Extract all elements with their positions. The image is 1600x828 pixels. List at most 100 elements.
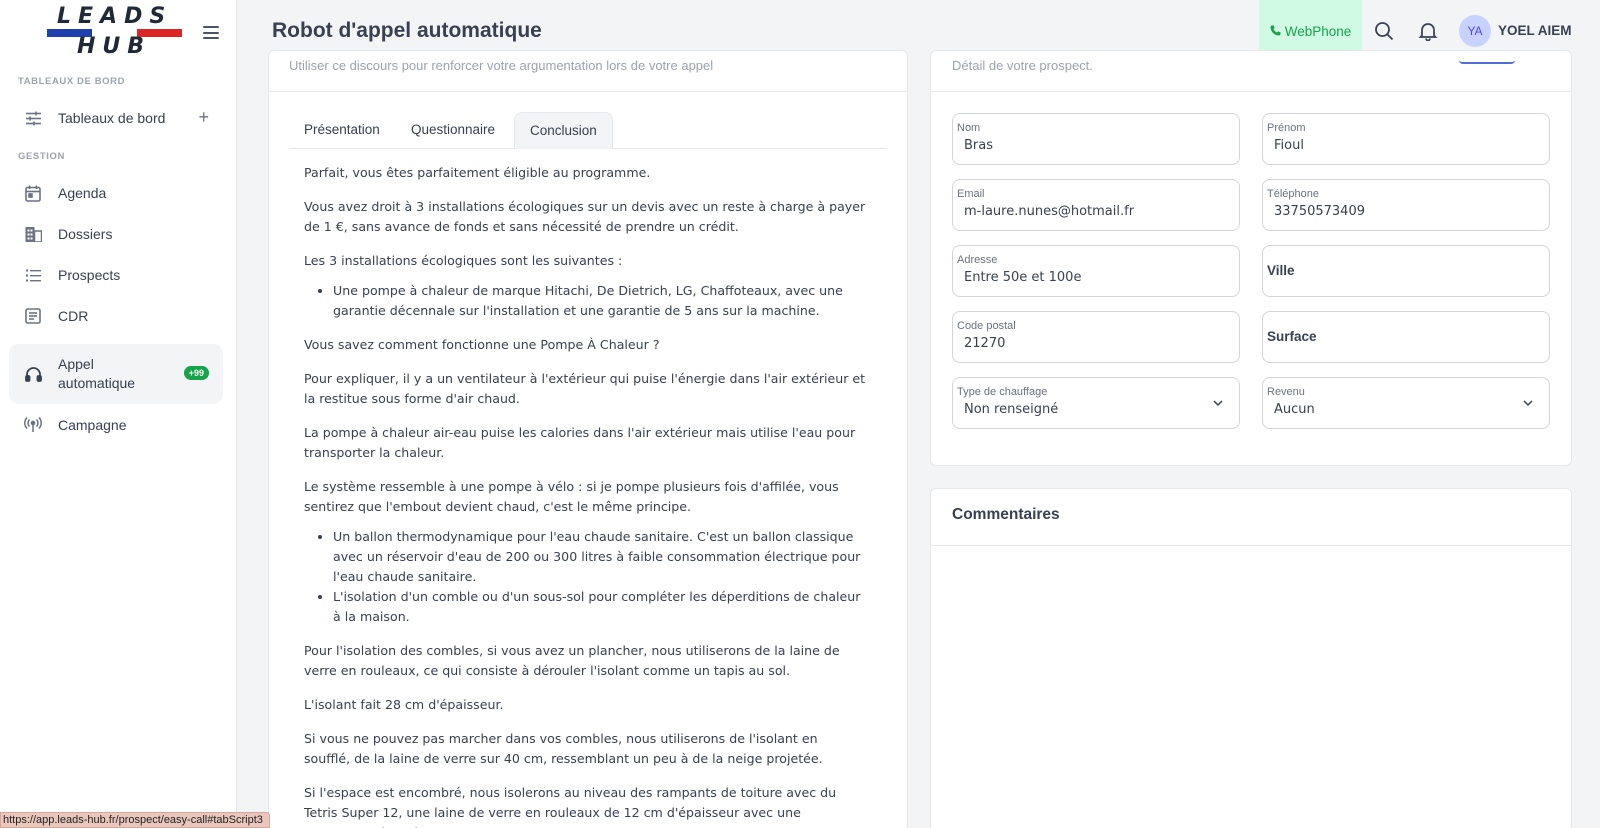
webphone-label: WebPhone	[1284, 24, 1352, 39]
prospect-subheading: Détail de votre prospect.	[952, 58, 1093, 73]
script-paragraph: Si l'espace est encombré, nous isolerons…	[304, 785, 837, 828]
field-label: Revenu	[1267, 386, 1305, 398]
nom-field[interactable]: Nom Bras	[952, 113, 1240, 165]
building-icon	[24, 225, 42, 243]
field-label: Nom	[957, 122, 981, 134]
adresse-field[interactable]: Adresse Entre 50e et 100e	[952, 245, 1240, 297]
script-paragraph: Le système ressemble à une pompe à vélo …	[304, 479, 839, 514]
sidebar-item-prospects[interactable]: Prospects	[9, 255, 223, 295]
leads-hub-logo[interactable]: LEADS HUB	[47, 4, 184, 62]
sidebar-item-label: Tableaux de bord	[58, 109, 166, 126]
sidebar-item-label: Agenda	[58, 184, 107, 201]
search-icon[interactable]	[1374, 21, 1394, 41]
user-name[interactable]: YOEL AIEM	[1498, 23, 1572, 38]
prospect-card: Détail de votre prospect. Nom Bras Préno…	[930, 50, 1572, 466]
sidebar-item-label: Campagne	[58, 416, 127, 433]
sliders-icon	[24, 109, 42, 127]
page-title: Robot d'appel automatique	[272, 19, 542, 42]
logo-row: LEADS HUB	[0, 0, 237, 64]
logo-text-top: LEADS	[57, 4, 173, 29]
script-paragraph: Pour l'isolation des combles, si vous av…	[304, 643, 840, 678]
field-value: Non renseigné	[964, 402, 1059, 417]
script-paragraph: La pompe à chaleur air-eau puise les cal…	[304, 425, 856, 460]
field-value: Fioul	[1274, 138, 1304, 153]
email-field[interactable]: Email m-laure.nunes@hotmail.fr	[952, 179, 1240, 231]
document-icon	[24, 307, 42, 325]
sidebar-item-label: Appel automatique	[58, 356, 136, 391]
telephone-field[interactable]: Téléphone 33750573409	[1262, 179, 1550, 231]
card-divider	[931, 91, 1571, 92]
list-icon	[24, 266, 42, 284]
tab-questionnaire[interactable]: Questionnaire	[396, 112, 510, 149]
field-value: 21270	[964, 336, 1006, 351]
field-label: Adresse	[957, 254, 998, 266]
section-label-dashboards: TABLEAUX DE BORD	[18, 76, 126, 87]
logo-text-bottom: HUB	[77, 34, 152, 59]
ville-field[interactable]: Ville	[1262, 245, 1550, 297]
field-label: Code postal	[957, 320, 1016, 332]
chevron-down-icon	[1213, 400, 1223, 407]
script-list: Une pompe à chaleur de marque Hitachi, D…	[333, 281, 866, 321]
field-placeholder: Ville	[1267, 263, 1295, 278]
script-paragraph: Parfait, vous êtes parfaitement éligible…	[304, 165, 651, 180]
status-bar-url: https://app.leads-hub.fr/prospect/easy-c…	[0, 812, 270, 828]
field-value: Aucun	[1274, 402, 1315, 417]
field-label: Type de chauffage	[957, 386, 1048, 398]
edit-button[interactable]	[1459, 51, 1515, 64]
script-text: Parfait, vous êtes parfaitement éligible…	[304, 163, 866, 828]
revenu-select[interactable]: Revenu Aucun	[1262, 377, 1550, 429]
list-item: Une pompe à chaleur de marque Hitachi, D…	[333, 281, 866, 321]
comments-card: Commentaires	[930, 488, 1572, 828]
field-label: Téléphone	[1267, 188, 1319, 200]
avatar[interactable]: YA	[1459, 15, 1491, 47]
menu-toggle-icon[interactable]	[203, 26, 219, 39]
script-paragraph: Vous savez comment fonctionne une Pompe …	[304, 337, 660, 352]
notification-count-badge: +99	[183, 366, 209, 380]
field-placeholder: Surface	[1267, 329, 1317, 344]
add-dashboard-icon[interactable]: +	[198, 107, 209, 128]
field-value: Bras	[964, 138, 994, 153]
prenom-field[interactable]: Prénom Fioul	[1262, 113, 1550, 165]
script-subheading: Utiliser ce discours pour renforcer votr…	[289, 58, 714, 73]
script-paragraph: Si vous ne pouvez pas marcher dans vos c…	[304, 731, 823, 766]
phone-icon	[1270, 25, 1281, 39]
sidebar-item-label: Dossiers	[58, 225, 113, 242]
calendar-icon	[24, 184, 42, 202]
sidebar-item-appel-automatique[interactable]: Appel automatique +99	[9, 344, 223, 404]
headphones-icon	[24, 365, 42, 383]
sidebar-item-agenda[interactable]: Agenda	[9, 173, 223, 213]
script-paragraph: Les 3 installations écologiques sont les…	[304, 253, 623, 268]
tab-conclusion[interactable]: Conclusion	[514, 112, 613, 149]
surface-field[interactable]: Surface	[1262, 311, 1550, 363]
type-chauffage-select[interactable]: Type de chauffage Non renseigné	[952, 377, 1240, 429]
list-item: Un ballon thermodynamique pour l'eau cha…	[333, 527, 866, 587]
script-card: Utiliser ce discours pour renforcer votr…	[268, 50, 908, 828]
section-label-gestion: GESTION	[18, 151, 65, 162]
card-divider	[931, 545, 1571, 546]
field-value: Entre 50e et 100e	[964, 270, 1082, 285]
sidebar-item-label: Prospects	[58, 266, 121, 283]
field-value: 33750573409	[1274, 204, 1365, 219]
script-tabs: Présentation Questionnaire Conclusion	[289, 112, 887, 149]
broadcast-icon	[24, 416, 42, 434]
bell-icon[interactable]	[1418, 21, 1438, 42]
comments-title: Commentaires	[952, 506, 1060, 523]
sidebar-item-campagne[interactable]: Campagne	[9, 405, 223, 445]
field-label: Email	[957, 188, 985, 200]
sidebar-item-label: CDR	[58, 307, 89, 324]
sidebar-item-cdr[interactable]: CDR	[9, 296, 223, 336]
field-value: m-laure.nunes@hotmail.fr	[964, 204, 1135, 219]
script-paragraph: L'isolant fait 28 cm d'épaisseur.	[304, 697, 504, 712]
sidebar-item-tableaux-de-bord[interactable]: Tableaux de bord +	[9, 98, 223, 138]
code-postal-field[interactable]: Code postal 21270	[952, 311, 1240, 363]
field-label: Prénom	[1267, 122, 1306, 134]
sidebar: LEADS HUB TABLEAUX DE BORD Tableaux de b…	[0, 0, 237, 828]
script-list: Un ballon thermodynamique pour l'eau cha…	[333, 527, 866, 627]
script-paragraph: Vous avez droit à 3 installations écolog…	[304, 199, 866, 234]
chevron-down-icon	[1523, 400, 1533, 407]
script-paragraph: Pour expliquer, il y a un ventilateur à …	[304, 371, 866, 406]
tab-presentation[interactable]: Présentation	[289, 112, 395, 149]
card-divider	[269, 91, 907, 92]
sidebar-item-dossiers[interactable]: Dossiers	[9, 214, 223, 254]
list-item: L'isolation d'un comble ou d'un sous-sol…	[333, 587, 866, 627]
